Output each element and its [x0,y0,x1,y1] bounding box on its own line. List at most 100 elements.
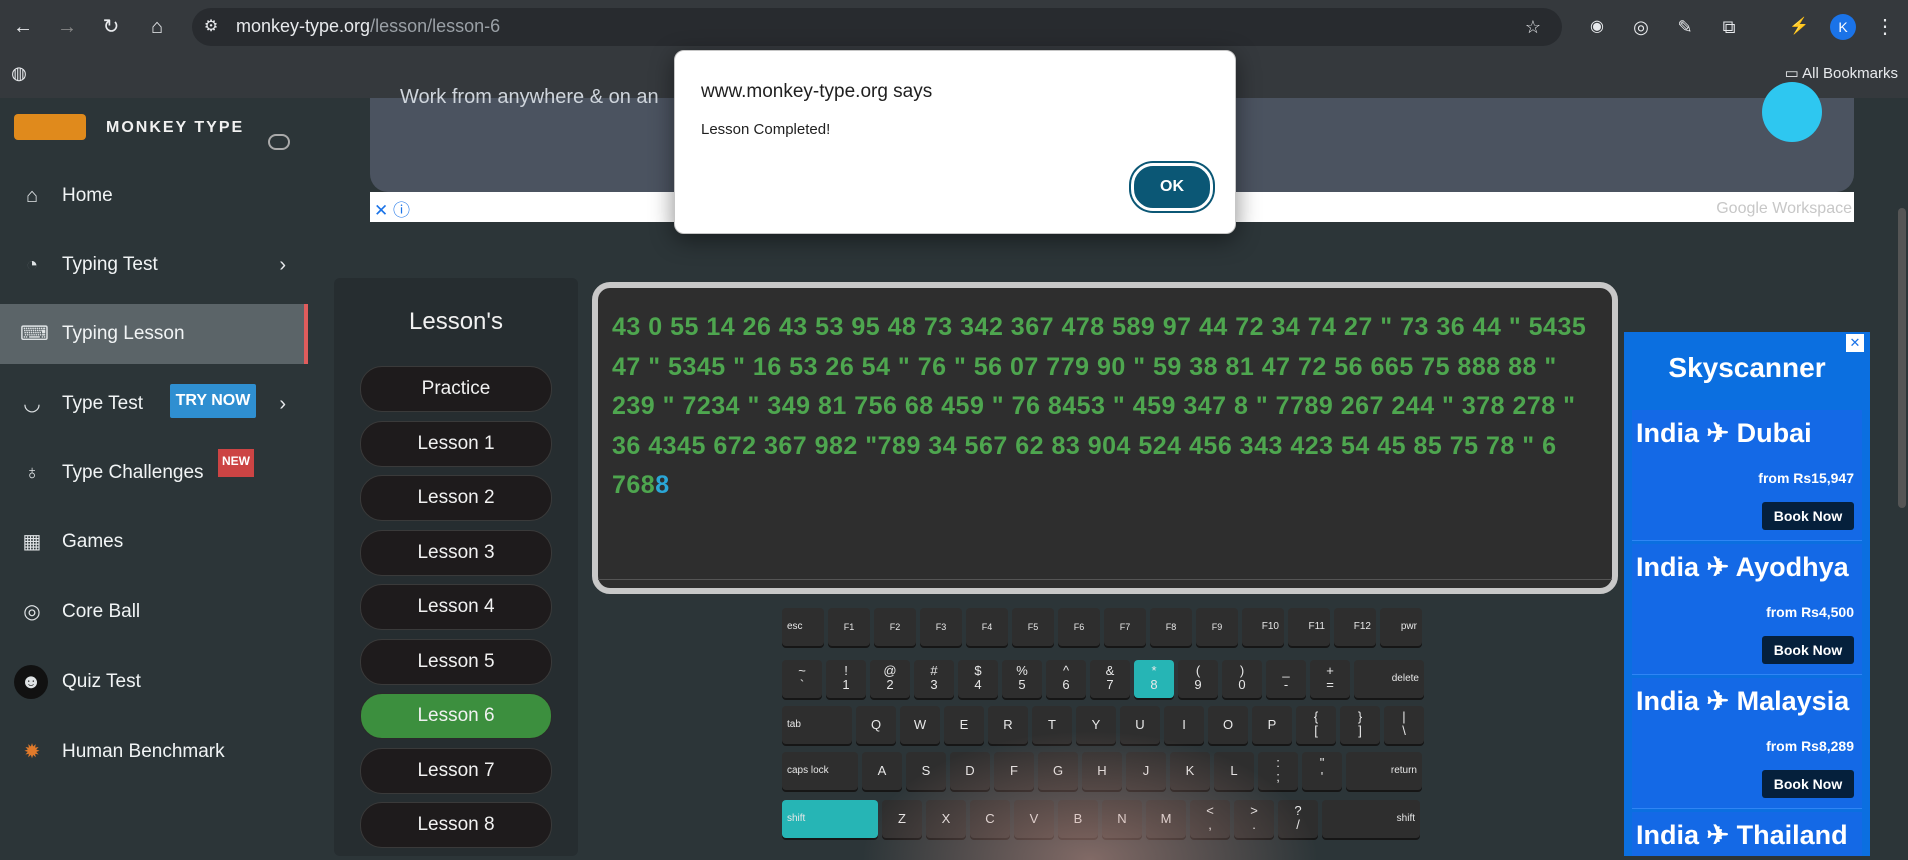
cat-icon: ◡ [23,393,41,415]
keyboard-icon: ⌨ [20,323,49,345]
lesson-4[interactable]: Lesson 4 [360,584,552,630]
key-pwr[interactable]: pwr [1380,608,1422,646]
scrollbar-thumb[interactable] [1898,208,1906,508]
sidebar-item-label: Core Ball [62,601,141,622]
key-!-1[interactable]: ! 1 [826,660,866,698]
book-now-button[interactable]: Book Now [1762,502,1854,530]
lessons-title: Lesson's [409,308,503,335]
back-icon[interactable]: ← [8,12,38,42]
lesson-2[interactable]: Lesson 2 [360,475,552,521]
sidebar-item-type-test[interactable]: ◡ Type Test TRY NOW › [0,374,308,434]
ad-card[interactable]: India ✈ Thailand [1632,812,1862,856]
key-return[interactable]: return [1346,752,1422,790]
camera-icon[interactable]: ◉ [1582,12,1612,42]
key-&-7[interactable]: & 7 [1090,660,1130,698]
current-character: 8 [655,471,670,499]
eyedropper-icon[interactable]: ✎ [1670,12,1700,42]
key-f2[interactable]: F2 [874,608,916,646]
lesson-5[interactable]: Lesson 5 [360,639,552,685]
target-icon: ◎ [23,601,41,623]
home-browser-icon[interactable]: ⌂ [142,12,172,42]
lesson-practice[interactable]: Practice [360,366,552,412]
key-%-5[interactable]: % 5 [1002,660,1042,698]
reload-icon[interactable]: ↻ [96,12,126,42]
key-#-3[interactable]: #3 [914,660,954,698]
key-~-`[interactable]: ~ ` [782,660,822,698]
all-bookmarks[interactable]: ▭ All Bookmarks [1785,64,1898,82]
key-f8[interactable]: F8 [1150,608,1192,646]
key-f6[interactable]: F6 [1058,608,1100,646]
key-caps-lock[interactable]: caps lock [782,752,858,790]
menu-icon[interactable]: ⋮ [1870,12,1900,42]
key-delete[interactable]: delete [1354,660,1424,698]
sidebar-item-label: Typing Test [62,254,158,275]
ad-card[interactable]: India ✈ Dubai from Rs15,947 Book Now [1632,410,1862,541]
sidebar-item-type-challenges[interactable]: ♁ Type Challenges NEW [0,443,308,503]
lesson-6[interactable]: Lesson 6 [360,693,552,739]
ad-arrow-button[interactable] [1762,82,1822,142]
key-|-\[interactable]: | \ [1384,706,1424,744]
url-text[interactable]: monkey-type.org/lesson/lesson-6 [236,16,500,37]
typing-text-area[interactable]: 43 0 55 14 26 43 53 95 48 73 342 367 478… [592,282,1618,594]
theme-toggle[interactable] [268,134,290,150]
key-@-2[interactable]: @2 [870,660,910,698]
key-}-][interactable]: }] [1340,706,1380,744]
monkey-type-logo[interactable] [14,114,86,140]
sidebar-item-typing-test[interactable]: ◔ Typing Test › [0,235,308,295]
skyscanner-ad[interactable]: ✕ Skyscanner India ✈ Dubai from Rs15,947… [1624,332,1870,856]
ad-price: from Rs8,289 [1766,738,1854,754]
chevron-right-icon: › [279,392,286,415]
ad-card[interactable]: India ✈ Ayodhya from Rs4,500 Book Now [1632,544,1862,675]
key-_--[interactable]: _ - [1266,660,1306,698]
grid-icon: ▦ [22,531,42,553]
key-f3[interactable]: F3 [920,608,962,646]
sidebar-item-games[interactable]: ▦ Games [0,512,308,572]
sidebar-item-home[interactable]: ⌂ Home [0,166,308,226]
key-f12[interactable]: F12 [1334,608,1376,646]
key-(-9[interactable]: (9 [1178,660,1218,698]
bookmark-star-icon[interactable]: ☆ [1518,12,1548,42]
lesson-3[interactable]: Lesson 3 [360,530,552,576]
home-icon: ⌂ [25,185,39,207]
key-shift[interactable]: shift [1322,800,1420,838]
key-f10[interactable]: F10 [1242,608,1284,646]
lessons-panel: Lesson's Practice Lesson 1 Lesson 2 Less… [334,278,578,856]
key-f4[interactable]: F4 [966,608,1008,646]
key-$-4[interactable]: $4 [958,660,998,698]
book-now-button[interactable]: Book Now [1762,770,1854,798]
lesson-8[interactable]: Lesson 8 [360,802,552,848]
extensions-icon[interactable]: ⧉ [1714,12,1744,42]
key-f1[interactable]: F1 [828,608,870,646]
color-icon[interactable]: ◎ [1626,12,1656,42]
key-+-=[interactable]: + = [1310,660,1350,698]
site-info-icon[interactable]: ⚙ [196,12,226,42]
key-f11[interactable]: F11 [1288,608,1330,646]
globe-icon[interactable]: ◍ [4,58,34,88]
sidebar-item-core-ball[interactable]: ◎ Core Ball [0,582,308,642]
sidebar-item-quiz-test[interactable]: ☻ Quiz Test [0,652,308,712]
key-f7[interactable]: F7 [1104,608,1146,646]
key-esc[interactable]: esc [782,608,824,646]
key-f5[interactable]: F5 [1012,608,1054,646]
book-now-button[interactable]: Book Now [1762,636,1854,664]
page-scrollbar[interactable] [1896,98,1908,856]
lesson-7[interactable]: Lesson 7 [360,748,552,794]
profile-avatar[interactable]: K [1830,14,1856,40]
sidebar-item-typing-lesson[interactable]: ⌨ Typing Lesson [0,304,308,364]
lesson-1[interactable]: Lesson 1 [360,421,552,467]
performance-icon[interactable]: ⚡ [1784,12,1814,42]
sidebar: MONKEY TYPE ⌂ Home ◔ Typing Test › ⌨ Typ… [0,98,308,856]
ad-card[interactable]: India ✈ Malaysia from Rs8,289 Book Now [1632,678,1862,809]
ad-price: from Rs15,947 [1758,470,1854,486]
key-tab[interactable]: tab [782,706,852,744]
dialog-message: Lesson Completed! [701,121,831,138]
sidebar-item-human-benchmark[interactable]: ✹ Human Benchmark [0,722,308,782]
key-)-0[interactable]: ) 0 [1222,660,1262,698]
ad-close-icon[interactable]: ✕ ⓘ [374,196,410,221]
key-^-6[interactable]: ^ 6 [1046,660,1086,698]
key-*-8[interactable]: * 8 [1134,660,1174,698]
forward-icon[interactable]: → [52,12,82,42]
try-now-badge[interactable]: TRY NOW [170,384,256,418]
key-f9[interactable]: F9 [1196,608,1238,646]
ok-button[interactable]: OK [1131,163,1213,211]
